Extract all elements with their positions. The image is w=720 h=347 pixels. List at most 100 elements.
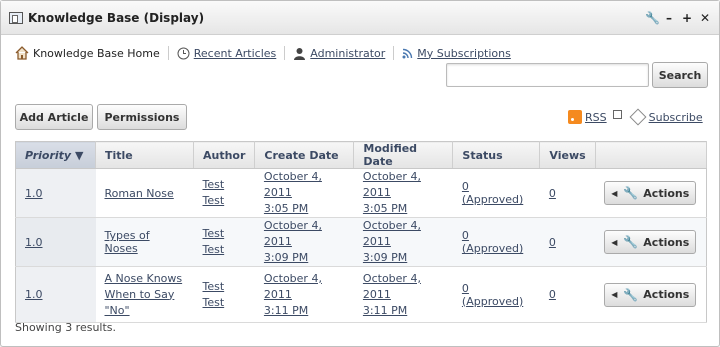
modified-date-link[interactable]: October 4, 2011	[363, 272, 421, 301]
knowledge-base-portlet: Knowledge Base (Display) 🔧 – + ✕ Knowled…	[0, 0, 720, 347]
article-title-link[interactable]: A Nose Knows	[105, 272, 183, 285]
create-date-link[interactable]: October 4, 2011	[264, 170, 322, 199]
actions-menu-button[interactable]: ◀ 🔧 Actions	[604, 282, 697, 307]
priority-link[interactable]: 1.0	[25, 187, 43, 200]
search-button[interactable]: Search	[652, 62, 708, 88]
nav-home[interactable]: Knowledge Base Home	[15, 46, 160, 60]
search-input[interactable]	[446, 63, 649, 87]
table-row: 1.0 A Nose Knows When to Say "No" Test Test…	[15, 266, 707, 323]
create-date-cell: October 4, 2011 3:11 PM	[254, 266, 354, 323]
column-header-views[interactable]: Views	[539, 141, 596, 169]
priority-link[interactable]: 1.0	[25, 236, 43, 249]
add-article-button[interactable]: Add Article	[15, 104, 93, 130]
views-cell: 0	[539, 168, 596, 218]
subscribe-link[interactable]: Subscribe	[649, 111, 703, 124]
rss-link[interactable]: RSS	[585, 111, 607, 124]
portlet-controls: 🔧 – + ✕	[645, 11, 711, 25]
priority-link[interactable]: 1.0	[25, 288, 43, 301]
user-icon	[294, 47, 306, 60]
close-icon[interactable]: ✕	[699, 11, 711, 25]
nav-divider	[284, 46, 286, 60]
nav-divider	[393, 46, 395, 60]
author-link[interactable]: Test	[203, 243, 225, 256]
rss-feed-icon	[402, 48, 413, 58]
author-link[interactable]: Test	[203, 227, 225, 240]
create-date-cell: October 4, 2011 3:05 PM	[254, 168, 354, 218]
actions-menu-button[interactable]: ◀ 🔧 Actions	[604, 181, 697, 205]
author-link[interactable]: Test	[203, 178, 225, 191]
rss-icon[interactable]	[568, 110, 582, 124]
maximize-icon[interactable]: +	[681, 11, 693, 25]
permissions-button[interactable]: Permissions	[97, 104, 187, 130]
actions-menu-button[interactable]: ◀ 🔧 Actions	[604, 230, 697, 254]
portlet-titlebar: Knowledge Base (Display) 🔧 – + ✕	[1, 1, 719, 35]
column-header-actions	[595, 141, 708, 169]
views-link[interactable]: 0	[549, 236, 556, 249]
title-cell: Types of Noses	[95, 217, 194, 267]
article-title-link[interactable]: Roman Nose	[105, 187, 174, 200]
status-cell: 0 (Approved)	[452, 168, 540, 218]
author-link[interactable]: Test	[203, 296, 225, 309]
column-header-status[interactable]: Status	[452, 141, 541, 169]
article-title-link[interactable]: "No"	[105, 304, 130, 317]
status-link[interactable]: 0 (Approved)	[462, 282, 523, 308]
actions-label: Actions	[643, 186, 690, 200]
subscribe-icon	[629, 108, 647, 126]
status-cell: 0 (Approved)	[452, 266, 540, 323]
nav-administrator-link[interactable]: Administrator	[310, 47, 385, 60]
actions-cell: ◀ 🔧 Actions	[595, 217, 707, 267]
wrench-icon: 🔧	[623, 186, 639, 200]
portlet-icon	[9, 11, 23, 24]
status-link[interactable]: 0 (Approved)	[462, 229, 523, 255]
actions-cell: ◀ 🔧 Actions	[595, 168, 707, 218]
modified-date-cell: October 4, 2011 3:05 PM	[353, 168, 453, 218]
priority-cell: 1.0	[15, 217, 96, 267]
create-time-link[interactable]: 3:05 PM	[264, 202, 308, 215]
nav-my-subscriptions-link[interactable]: My Subscriptions	[417, 47, 511, 60]
nav-recent-articles-link[interactable]: Recent Articles	[194, 47, 277, 60]
views-cell: 0	[539, 266, 596, 323]
modified-date-link[interactable]: October 4, 2011	[363, 170, 421, 199]
article-title-link[interactable]: Types of Noses	[105, 229, 150, 255]
create-date-link[interactable]: October 4, 2011	[264, 272, 322, 301]
modified-time-link[interactable]: 3:05 PM	[363, 202, 407, 215]
modified-date-link[interactable]: October 4, 2011	[363, 219, 421, 248]
home-icon	[15, 46, 29, 60]
create-time-link[interactable]: 3:09 PM	[264, 251, 308, 264]
views-link[interactable]: 0	[549, 288, 556, 301]
column-header-priority[interactable]: Priority ▼	[15, 141, 96, 169]
actions-label: Actions	[643, 288, 690, 301]
configuration-wrench-icon[interactable]: 🔧	[645, 11, 660, 25]
author-link[interactable]: Test	[203, 194, 225, 207]
views-link[interactable]: 0	[549, 187, 556, 200]
status-link[interactable]: 0 (Approved)	[462, 180, 523, 206]
external-link-icon[interactable]	[612, 109, 622, 119]
nav-home-label: Knowledge Base Home	[33, 46, 160, 60]
modified-time-link[interactable]: 3:11 PM	[363, 304, 407, 317]
author-link[interactable]: Test	[203, 280, 225, 293]
column-header-create-date[interactable]: Create Date	[254, 141, 355, 169]
create-time-link[interactable]: 3:11 PM	[264, 304, 308, 317]
column-header-title[interactable]: Title	[95, 141, 194, 169]
author-cell: Test Test	[193, 168, 255, 218]
nav-administrator[interactable]: Administrator	[293, 47, 385, 60]
wrench-icon: 🔧	[623, 235, 639, 249]
table-row: 1.0 Roman Nose Test Test October 4, 2011 3…	[15, 168, 707, 218]
modified-time-link[interactable]: 3:09 PM	[363, 251, 407, 264]
column-header-modified-date[interactable]: Modified Date	[353, 141, 454, 169]
title-cell: A Nose Knows When to Say "No"	[95, 266, 194, 323]
column-header-author[interactable]: Author	[193, 141, 256, 169]
caret-left-icon: ◀	[611, 188, 618, 198]
caret-left-icon: ◀	[611, 290, 618, 299]
caret-left-icon: ◀	[611, 237, 618, 247]
priority-cell: 1.0	[15, 168, 96, 218]
results-count: Showing 3 results.	[15, 321, 117, 334]
table-row: 1.0 Types of Noses Test Test October 4, 2…	[15, 217, 707, 267]
status-cell: 0 (Approved)	[452, 217, 540, 267]
create-date-link[interactable]: October 4, 2011	[264, 219, 322, 248]
minimize-icon[interactable]: –	[663, 11, 675, 25]
article-title-link[interactable]: When to Say	[105, 288, 175, 301]
nav-my-subscriptions[interactable]: My Subscriptions	[402, 47, 511, 60]
create-date-cell: October 4, 2011 3:09 PM	[254, 217, 354, 267]
nav-recent-articles[interactable]: Recent Articles	[177, 47, 277, 60]
